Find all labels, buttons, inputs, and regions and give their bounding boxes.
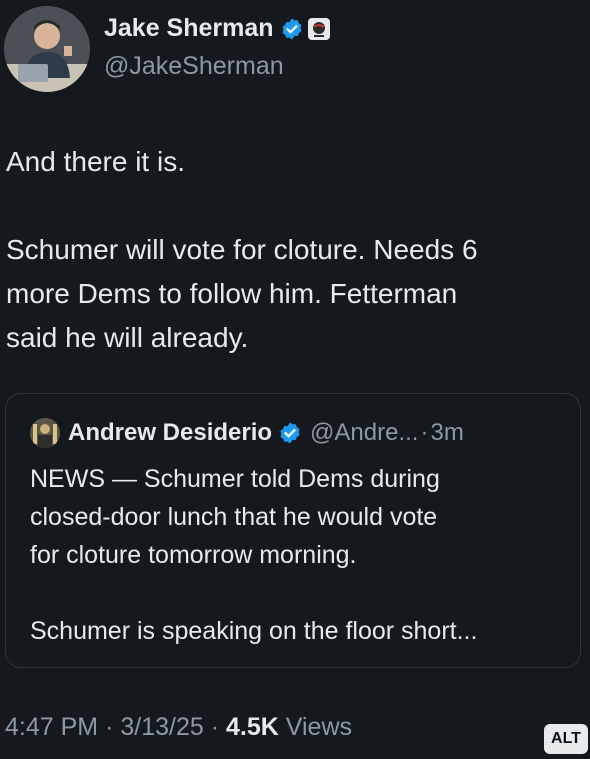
separator-dot: · (420, 419, 429, 446)
tweet-header: Jake Sherman @JakeSherman (0, 0, 590, 100)
quoted-line: closed-door lunch that he would vote (30, 503, 438, 531)
person-avatar-icon (4, 6, 90, 92)
quoted-tweet[interactable]: Andrew Desiderio @Andre... · 3m NEWS — S… (5, 393, 581, 668)
quoted-line: NEWS — Schumer told Dems during (30, 465, 440, 493)
tweet-line: Schumer will vote for cloture. Needs 6 (6, 234, 478, 265)
author-avatar[interactable] (4, 6, 90, 92)
quoted-author-name[interactable]: Andrew Desiderio (68, 419, 272, 447)
author-name-row: Jake Sherman (104, 14, 330, 43)
quoted-timestamp[interactable]: 3m (430, 419, 463, 447)
affiliate-org-icon[interactable] (307, 17, 330, 40)
views-count: 4.5K (226, 713, 279, 741)
views-label: Views (285, 713, 353, 741)
tweet-time[interactable]: 4:47 PM (5, 713, 98, 741)
quoted-tweet-header: Andrew Desiderio @Andre... · 3m (30, 418, 464, 448)
separator-dot: · (105, 713, 114, 741)
quoted-avatar-icon (30, 418, 60, 448)
verified-badge-icon (280, 422, 300, 444)
tweet-date[interactable]: 3/13/25 (120, 713, 203, 741)
author-handle[interactable]: @JakeSherman (104, 52, 284, 81)
verified-badge-icon (282, 18, 302, 39)
quoted-tweet-text: NEWS — Schumer told Dems during closed-d… (30, 460, 560, 650)
author-name[interactable]: Jake Sherman (104, 14, 274, 43)
separator-dot: · (210, 713, 220, 741)
quoted-line: for cloture tomorrow morning. (30, 541, 357, 569)
tweet-meta: 4:47 PM · 3/13/25 · 4.5K Views (5, 713, 352, 742)
quoted-author-handle[interactable]: @Andre... (310, 419, 418, 447)
tweet-line: said he will already. (6, 322, 249, 353)
tweet-text: And there it is. Schumer will vote for c… (6, 140, 576, 360)
tweet-line: And there it is. (6, 146, 185, 177)
alt-text-button[interactable]: ALT (544, 724, 588, 754)
quoted-line: Schumer is speaking on the floor short..… (30, 617, 478, 645)
quoted-author-avatar[interactable] (30, 418, 60, 448)
tweet-line: more Dems to follow him. Fetterman (6, 278, 458, 309)
